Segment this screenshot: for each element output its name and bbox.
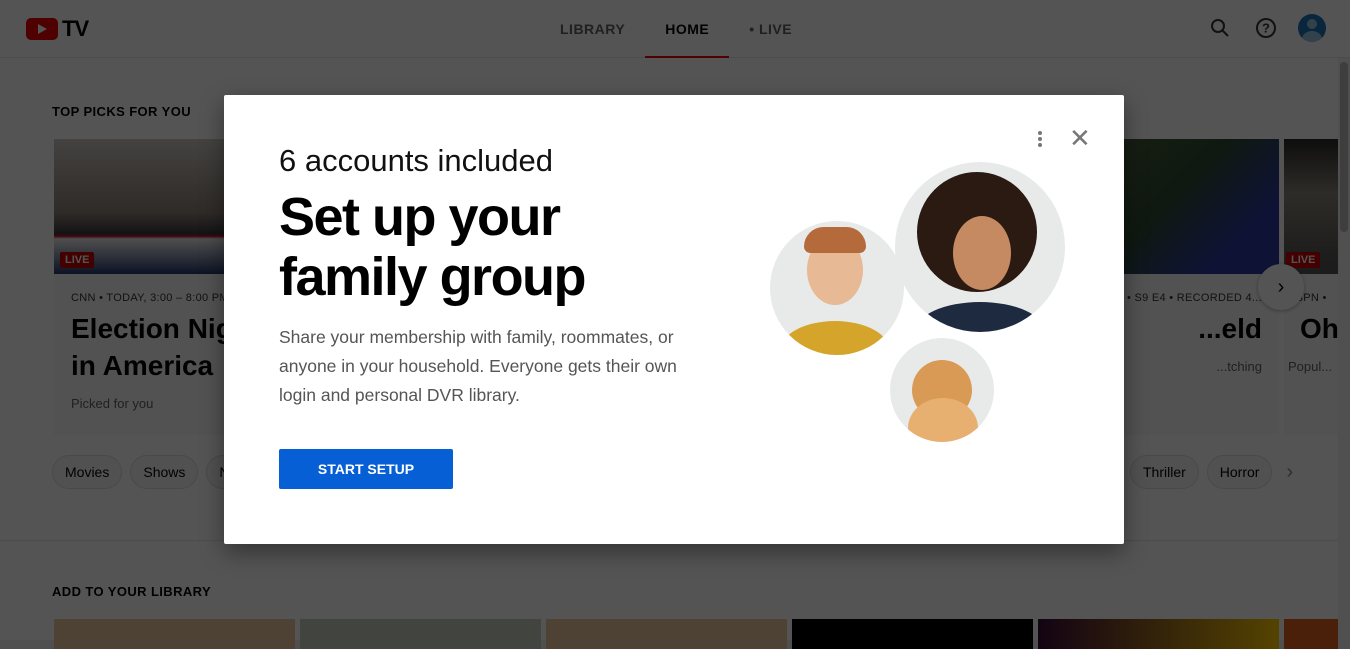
search-icon[interactable] bbox=[1206, 14, 1234, 42]
tab-live[interactable]: • LIVE bbox=[729, 0, 812, 58]
chip-thriller[interactable]: Thriller bbox=[1130, 455, 1199, 489]
tab-library[interactable]: LIBRARY bbox=[540, 0, 645, 58]
main-nav: LIBRARY HOME • LIVE bbox=[540, 0, 812, 58]
chevron-right-icon[interactable]: › bbox=[1286, 461, 1293, 484]
top-header: TV LIBRARY HOME • LIVE ? bbox=[0, 0, 1350, 58]
account-avatar[interactable] bbox=[1298, 14, 1326, 42]
section-title-library: ADD TO YOUR LIBRARY bbox=[52, 584, 212, 599]
more-options-icon[interactable] bbox=[1032, 129, 1048, 149]
man-portrait-image bbox=[770, 221, 904, 355]
scrollbar-thumb[interactable] bbox=[1340, 62, 1348, 232]
dialog-title-line: family group bbox=[279, 247, 587, 307]
chip-movies[interactable]: Movies bbox=[52, 455, 123, 489]
chip-horror[interactable]: Horror bbox=[1206, 455, 1273, 489]
tab-home[interactable]: HOME bbox=[645, 0, 730, 58]
dialog-body: Share your membership with family, roomm… bbox=[279, 327, 677, 405]
close-icon[interactable]: ✕ bbox=[1069, 125, 1091, 151]
live-badge: LIVE bbox=[60, 252, 95, 268]
library-tile[interactable] bbox=[1284, 619, 1338, 649]
play-icon bbox=[26, 18, 58, 40]
youtube-tv-logo[interactable]: TV bbox=[26, 16, 89, 42]
card-subtitle: Popul... bbox=[1288, 359, 1333, 374]
logo-text: TV bbox=[62, 16, 89, 41]
help-icon[interactable]: ? bbox=[1252, 14, 1280, 42]
library-tile[interactable] bbox=[54, 619, 295, 649]
cat-portrait-image bbox=[890, 338, 994, 442]
library-tile[interactable] bbox=[546, 619, 787, 649]
library-tile[interactable] bbox=[792, 619, 1033, 649]
scrollbar[interactable] bbox=[1338, 58, 1350, 640]
family-group-dialog: 6 accounts included Set up your family g… bbox=[224, 95, 1124, 544]
dialog-title: Set up your family group bbox=[279, 187, 587, 307]
chip-shows[interactable]: Shows bbox=[130, 455, 199, 489]
svg-text:?: ? bbox=[1262, 21, 1270, 36]
woman-portrait-image bbox=[895, 162, 1065, 332]
dialog-kicker: 6 accounts included bbox=[279, 143, 554, 178]
section-title-top-picks: TOP PICKS FOR YOU bbox=[52, 104, 191, 119]
library-tile[interactable] bbox=[1038, 619, 1279, 649]
dialog-title-line: Set up your bbox=[279, 187, 561, 247]
card-thumbnail: LIVE bbox=[1284, 139, 1338, 274]
carousel-next-button[interactable]: › bbox=[1258, 264, 1304, 310]
card-title: Oh... Ce... bbox=[1300, 313, 1338, 344]
library-tile[interactable] bbox=[300, 619, 541, 649]
start-setup-button[interactable]: START SETUP bbox=[279, 449, 453, 489]
